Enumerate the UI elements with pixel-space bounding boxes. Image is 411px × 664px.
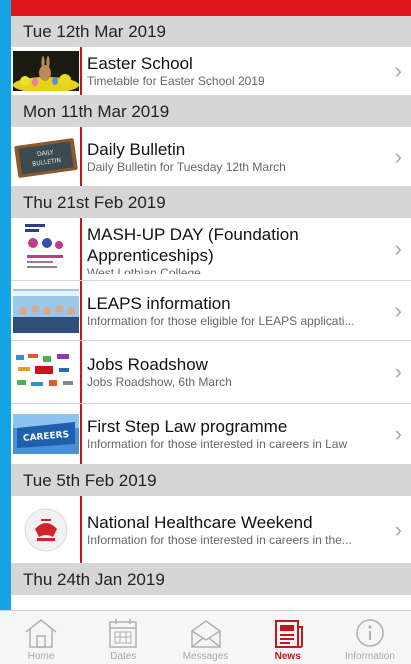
news-subtitle: Information for those interested in care… <box>87 532 352 547</box>
healthcare-logo-image <box>24 508 67 551</box>
chevron-right-icon: › <box>394 143 402 169</box>
easter-image <box>12 51 79 91</box>
news-thumbnail <box>11 218 82 280</box>
tab-label: Dates <box>110 651 137 662</box>
news-icon <box>274 620 303 648</box>
envelope-icon <box>190 620 221 648</box>
info-icon <box>356 619 384 647</box>
news-item-national-healthcare-weekend[interactable]: National Healthcare Weekend Information … <box>11 496 411 564</box>
news-thumbnail: DAILY BULLETIN <box>11 127 82 186</box>
tab-label: Home <box>27 651 55 662</box>
news-subtitle: Daily Bulletin for Tuesday 12th March <box>87 159 286 174</box>
news-subtitle: Information for those eligible for LEAPS… <box>87 313 355 328</box>
news-title: MASH-UP DAY (Foundation Apprenticeships) <box>87 225 299 265</box>
tab-label: Information <box>344 651 395 662</box>
news-title: Jobs Roadshow <box>87 355 208 374</box>
news-item-jobs-roadshow[interactable]: Jobs Roadshow Jobs Roadshow, 6th March › <box>11 341 411 404</box>
news-title: National Healthcare Weekend <box>87 512 313 532</box>
news-item-easter-school[interactable]: Easter School Timetable for Easter Schoo… <box>11 47 411 96</box>
news-item-daily-bulletin[interactable]: DAILY BULLETIN Daily Bulletin Daily Bull… <box>11 127 411 187</box>
bottom-tab-bar: Home Dates Messages News Information <box>0 610 411 664</box>
date-header: Mon 11th Mar 2019 <box>11 96 411 127</box>
chevron-right-icon: › <box>394 58 402 83</box>
tab-label: News <box>274 651 301 662</box>
chevron-right-icon: › <box>394 297 402 323</box>
news-item-leaps[interactable]: LEAPS information Information for those … <box>11 281 411 341</box>
news-thumbnail <box>11 341 82 403</box>
home-icon <box>25 619 57 648</box>
chevron-right-icon: › <box>394 359 402 384</box>
news-item-first-step-law[interactable]: CAREERS First Step Law programme Informa… <box>11 404 411 465</box>
tab-information[interactable]: Information <box>329 611 411 664</box>
news-subtitle: Timetable for Easter School 2019 <box>87 74 265 88</box>
news-title: First Step Law programme <box>87 417 288 436</box>
news-item-mash-up-day[interactable]: MASH-UP DAY (Foundation Apprenticeships)… <box>11 218 411 281</box>
tab-messages[interactable]: Messages <box>164 611 246 664</box>
roadshow-collage-image <box>12 350 79 394</box>
news-title: Easter School <box>87 54 193 73</box>
chevron-right-icon: › <box>394 236 402 261</box>
group-photo-image <box>12 288 79 333</box>
chalkboard-image: DAILY BULLETIN <box>12 135 79 178</box>
left-frame-border <box>0 0 11 610</box>
top-red-bar <box>11 0 411 16</box>
date-header: Thu 21st Feb 2019 <box>11 187 411 218</box>
news-thumbnail: CAREERS <box>11 404 82 464</box>
tab-dates[interactable]: Dates <box>82 611 164 664</box>
date-header: Thu 24th Jan 2019 <box>11 564 411 595</box>
news-feed[interactable]: Tue 12th Mar 2019 Easter School Timetabl… <box>11 16 411 610</box>
tab-news[interactable]: News <box>247 611 329 664</box>
careers-sign-image: CAREERS <box>12 414 79 454</box>
chevron-right-icon: › <box>394 421 402 446</box>
tab-home[interactable]: Home <box>0 611 82 664</box>
tab-label: Messages <box>182 651 229 662</box>
date-header: Tue 12th Mar 2019 <box>11 16 411 47</box>
news-thumbnail <box>11 47 82 95</box>
news-title: Daily Bulletin <box>87 139 186 159</box>
news-title: LEAPS information <box>87 293 231 313</box>
date-header: Tue 5th Feb 2019 <box>11 465 411 496</box>
poster-image <box>20 221 71 277</box>
calendar-icon <box>109 619 138 648</box>
news-subtitle: West Lothian College <box>87 266 201 274</box>
chevron-right-icon: › <box>394 516 402 542</box>
news-subtitle: Information for those interested in care… <box>87 437 348 451</box>
news-thumbnail <box>11 281 82 340</box>
news-subtitle: Jobs Roadshow, 6th March <box>87 375 232 389</box>
news-thumbnail <box>11 496 82 563</box>
